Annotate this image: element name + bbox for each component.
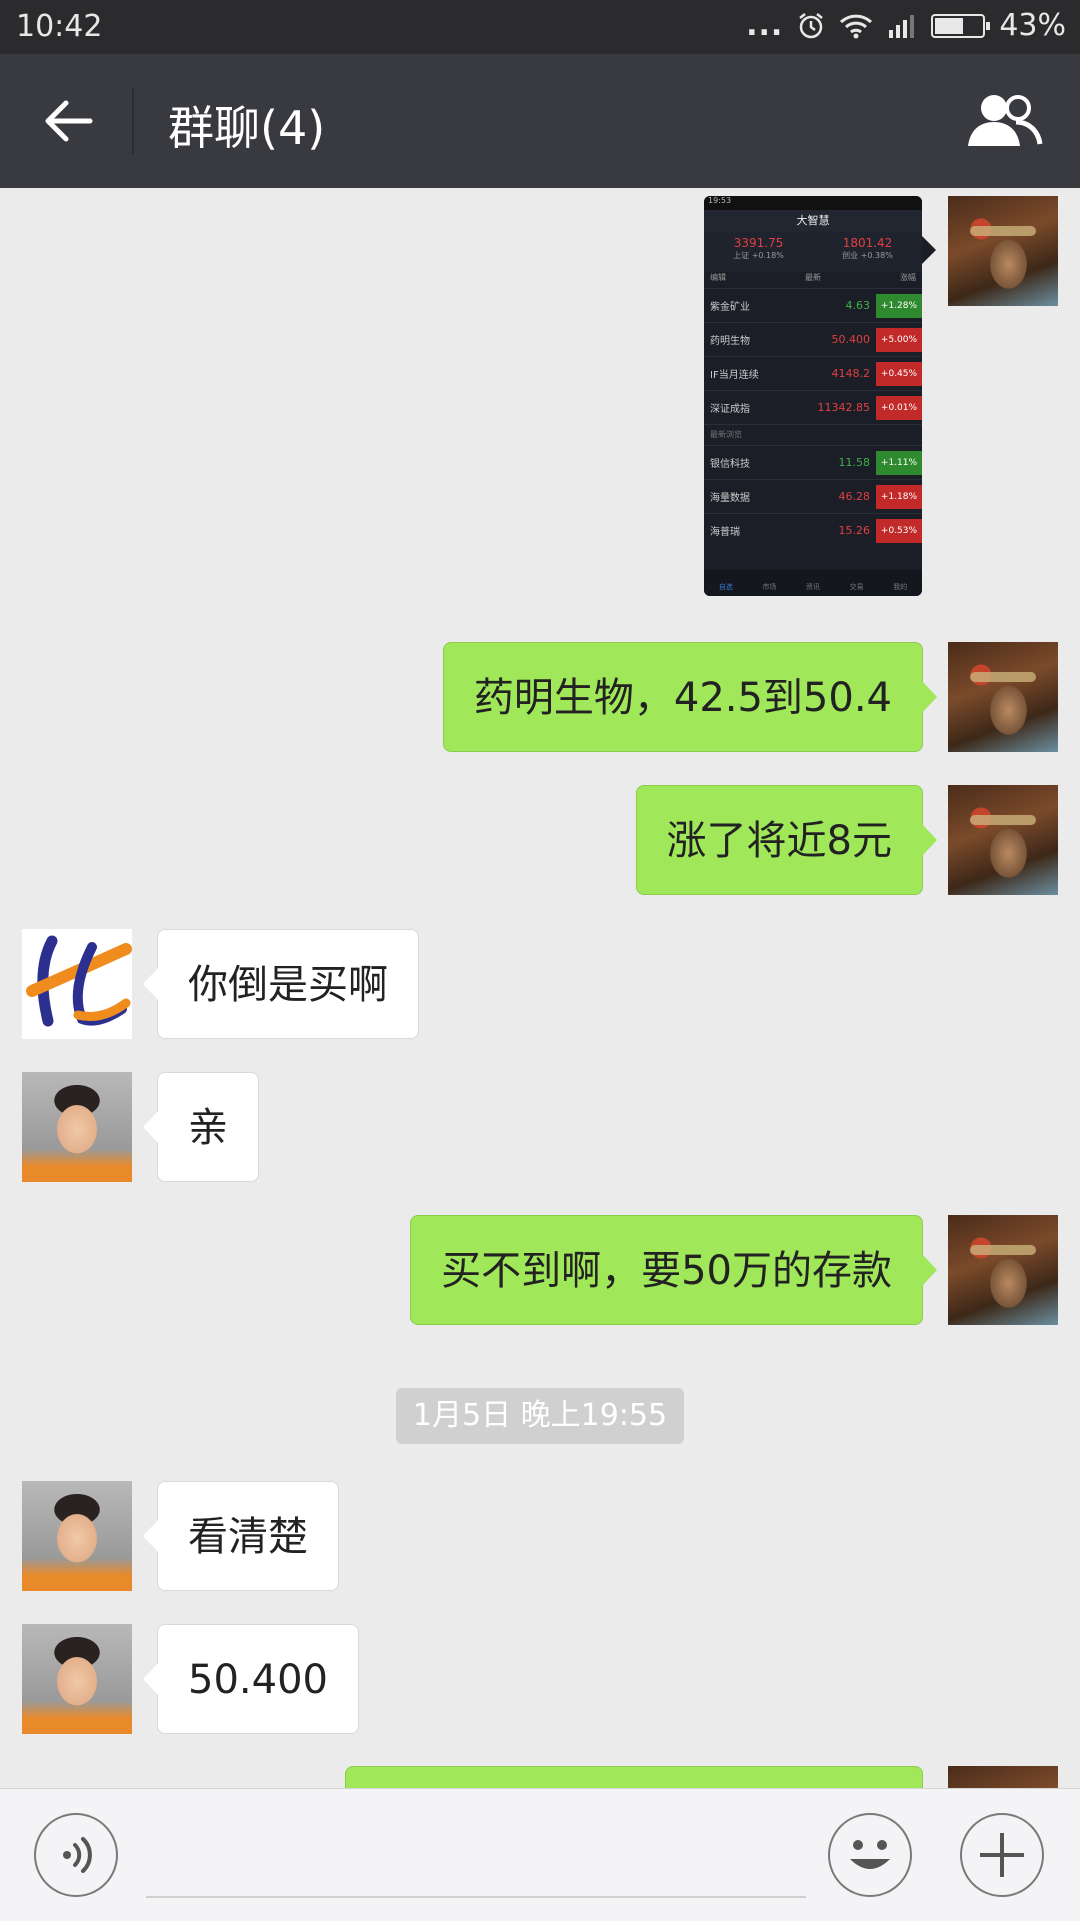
message-bubble-outgoing[interactable]: 药明生物，42.5到50.4: [442, 642, 938, 752]
brand-logo-icon: [26, 935, 132, 1027]
my-avatar[interactable]: [948, 1215, 1058, 1325]
signal-icon: [889, 14, 915, 38]
status-bar: 10:42 ... 43%: [0, 0, 1080, 54]
image-stock-row: 银信科技 11.58 +1.11%: [704, 445, 922, 479]
battery-percent: 43%: [999, 8, 1066, 43]
plus-icon: [980, 1833, 1024, 1877]
page-title: 群聊(4): [168, 101, 326, 155]
image-stock-row: IF当月连续 4148.2 +0.45%: [704, 356, 922, 390]
timestamp-divider: 1月5日 晚上19:55: [396, 1388, 684, 1444]
contact-avatar-logo[interactable]: [22, 929, 132, 1039]
image-bubble-tail: [922, 236, 936, 264]
image-message[interactable]: 19:53 大智慧 3391.75 上证 +0.18% 1801.42 创业 +0.…: [704, 196, 922, 596]
my-avatar[interactable]: [948, 642, 1058, 752]
image-stock-row: 海量数据 46.28 +1.18%: [704, 479, 922, 513]
status-time: 10:42: [16, 9, 103, 44]
voice-icon: [63, 1837, 92, 1873]
image-stock-row: 深证成指 11342.85 +0.01%: [704, 390, 922, 424]
message-bubble-outgoing[interactable]: 买不到啊，要50万的存款: [410, 1215, 937, 1325]
image-stock-row: 紫金矿业 4.63 +1.28%: [704, 288, 922, 322]
image-app-title: 大智慧: [704, 210, 922, 232]
emoji-icon: [850, 1840, 890, 1869]
image-section-label: 最新浏览: [704, 424, 922, 445]
my-avatar[interactable]: [948, 196, 1058, 306]
input-bar: [0, 1788, 1080, 1921]
status-icons: ... 43%: [746, 8, 1066, 43]
arrow-left-icon[interactable]: [38, 94, 98, 148]
image-list-header: 编辑 最新 涨幅: [710, 273, 916, 282]
message-bubble-incoming[interactable]: 你倒是买啊: [143, 929, 419, 1039]
image-index-bar: 3391.75 上证 +0.18% 1801.42 创业 +0.38%: [704, 232, 922, 272]
contact-avatar[interactable]: [22, 1624, 132, 1734]
message-input[interactable]: [146, 1896, 806, 1898]
contact-avatar[interactable]: [22, 1072, 132, 1182]
emoji-button[interactable]: [828, 1813, 912, 1897]
voice-button[interactable]: [34, 1813, 118, 1897]
message-bubble-incoming[interactable]: 亲: [143, 1072, 259, 1182]
image-status-time: 19:53: [704, 196, 922, 210]
battery-icon: [931, 13, 991, 38]
my-avatar[interactable]: [948, 785, 1058, 895]
image-tab-bar: 自选 市场 资讯 交易 我的: [704, 570, 922, 596]
message-bubble-incoming[interactable]: 看清楚: [143, 1481, 339, 1591]
image-stock-row: 海普瑞 15.26 +0.53%: [704, 513, 922, 547]
wifi-icon: [840, 14, 873, 38]
message-bubble-outgoing-partial[interactable]: [345, 1766, 923, 1788]
my-avatar[interactable]: [948, 1766, 1058, 1788]
image-stock-row: 药明生物 50.400 +5.00%: [704, 322, 922, 356]
nav-divider: [132, 88, 134, 154]
group-people-icon[interactable]: [964, 90, 1044, 152]
contact-avatar[interactable]: [22, 1481, 132, 1591]
more-dots-icon: ...: [746, 8, 784, 43]
message-bubble-outgoing[interactable]: 涨了将近8元: [635, 785, 938, 895]
more-button[interactable]: [960, 1813, 1044, 1897]
message-bubble-incoming[interactable]: 50.400: [143, 1624, 359, 1734]
chat-area[interactable]: 19:53 大智慧 3391.75 上证 +0.18% 1801.42 创业 +0.…: [0, 188, 1080, 1788]
nav-bar: 群聊(4): [0, 54, 1080, 188]
alarm-icon: [799, 12, 824, 38]
